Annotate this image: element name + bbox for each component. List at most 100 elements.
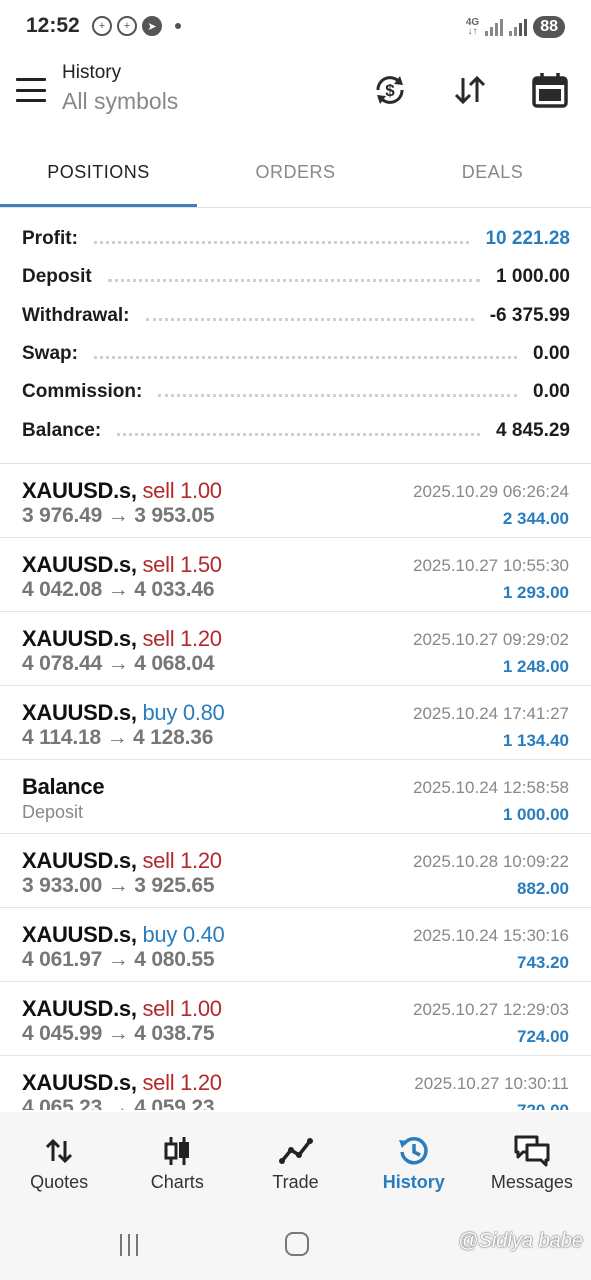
- summary-value: -6 375.99: [489, 304, 570, 326]
- balance-type: Deposit: [22, 802, 84, 822]
- summary-value: 4 845.29: [496, 419, 570, 441]
- dotted-leader: [145, 311, 474, 321]
- trade-symbol: XAUUSD.s,: [22, 478, 137, 503]
- tab-positions[interactable]: POSITIONS: [0, 140, 197, 208]
- home-button[interactable]: [285, 1232, 309, 1256]
- trade-icon: [278, 1134, 313, 1168]
- trade-profit: 720.00: [517, 1101, 569, 1110]
- trade-prices: 4 061.97 → 4 080.55: [22, 948, 215, 971]
- summary-value: 0.00: [533, 343, 570, 365]
- trade-prices: 4 042.08 → 4 033.46: [22, 578, 215, 601]
- nav-messages[interactable]: Messages: [473, 1112, 591, 1208]
- nav-label: Charts: [150, 1172, 204, 1192]
- tab-divider: [0, 207, 591, 208]
- trade-symbol: XAUUSD.s,: [22, 922, 137, 947]
- dotted-leader: [93, 234, 470, 245]
- trade-prices: 4 078.44 → 4 068.04: [22, 652, 215, 675]
- trade-date: 2025.10.29 06:26:24: [413, 482, 569, 501]
- trade-symbol: XAUUSD.s,: [22, 996, 137, 1021]
- list-item[interactable]: XAUUSD.s, sell 1.20 4 078.44 → 4 068.04 …: [0, 612, 591, 686]
- menu-button[interactable]: [16, 78, 46, 102]
- network-type: 4G ↓↑: [465, 17, 480, 37]
- trade-date: 2025.10.24 15:30:16: [413, 926, 569, 945]
- tab-orders[interactable]: ORDERS: [197, 140, 394, 208]
- status-time: 12:52: [26, 14, 80, 37]
- status-bar: 12:52 + + ➤ 4G ↓↑ 88: [0, 0, 591, 56]
- summary-label: Deposit: [22, 266, 92, 288]
- tab-bar: POSITIONS ORDERS DEALS: [0, 140, 591, 208]
- app-bar: History All symbols $: [0, 56, 591, 132]
- trade-date: 2025.10.28 10:09:22: [413, 852, 569, 871]
- dotted-leader: [93, 349, 518, 360]
- trade-direction: sell 1.20: [142, 848, 222, 873]
- charts-icon: [162, 1134, 192, 1168]
- summary-row-profit: Profit: 10 221.28: [22, 220, 570, 258]
- list-item[interactable]: Balance Deposit 2025.10.24 12:58:58 1 00…: [0, 760, 591, 834]
- bottom-navigation: Quotes Charts Trade History Messages: [0, 1112, 591, 1208]
- telegram-icon: ➤: [142, 16, 162, 36]
- trade-direction: sell 1.00: [142, 478, 222, 503]
- calendar-icon[interactable]: [530, 70, 570, 110]
- summary-panel: Profit: 10 221.28 Deposit 1 000.00 Withd…: [22, 220, 570, 450]
- trade-direction: sell 1.50: [142, 552, 222, 577]
- recents-button[interactable]: [120, 1234, 138, 1256]
- history-icon: [397, 1134, 431, 1168]
- list-item[interactable]: XAUUSD.s, sell 1.00 3 976.49 → 3 953.05 …: [0, 464, 591, 538]
- tab-deals[interactable]: DEALS: [394, 140, 591, 208]
- symbol-filter[interactable]: All symbols: [62, 88, 178, 115]
- watermark: @Sidiya babe: [458, 1230, 583, 1252]
- quotes-icon: [44, 1134, 74, 1168]
- summary-label: Withdrawal:: [22, 304, 130, 326]
- nav-label: History: [382, 1172, 445, 1192]
- trade-profit: 1 000.00: [502, 805, 569, 824]
- summary-row-commission: Commission: 0.00: [22, 373, 570, 411]
- trade-prices: 4 114.18 → 4 128.36: [22, 726, 214, 749]
- trade-prices: 4 045.99 → 4 038.75: [22, 1022, 215, 1045]
- trade-profit: 1 134.40: [502, 731, 569, 750]
- summary-row-swap: Swap: 0.00: [22, 335, 570, 373]
- nav-label: Messages: [490, 1172, 573, 1192]
- nav-label: Quotes: [30, 1172, 89, 1192]
- sort-icon[interactable]: [450, 70, 490, 110]
- currency-sync-icon[interactable]: $: [370, 70, 410, 110]
- dotted-leader: [117, 426, 481, 436]
- list-item[interactable]: XAUUSD.s, sell 1.20 4 065.23 → 4 059.23 …: [0, 1056, 591, 1110]
- title-block: History All symbols: [62, 62, 178, 115]
- messages-icon: [513, 1134, 551, 1168]
- trade-direction: sell 1.20: [142, 626, 222, 651]
- list-item[interactable]: XAUUSD.s, sell 1.00 4 045.99 → 4 038.75 …: [0, 982, 591, 1056]
- signal-icon: [485, 18, 504, 36]
- list-item[interactable]: XAUUSD.s, sell 1.50 4 042.08 → 4 033.46 …: [0, 538, 591, 612]
- trade-date: 2025.10.24 17:41:27: [413, 704, 569, 723]
- summary-label: Profit:: [22, 228, 78, 250]
- summary-label: Balance:: [22, 419, 102, 441]
- summary-row-withdrawal: Withdrawal: -6 375.99: [22, 297, 570, 335]
- notification-icons: + + ➤: [92, 16, 181, 36]
- summary-value: 10 221.28: [485, 228, 570, 250]
- list-item[interactable]: XAUUSD.s, buy 0.80 4 114.18 → 4 128.36 2…: [0, 686, 591, 760]
- nav-charts[interactable]: Charts: [118, 1112, 236, 1208]
- summary-row-deposit: Deposit 1 000.00: [22, 258, 570, 296]
- trade-symbol: XAUUSD.s,: [22, 552, 137, 577]
- more-notifications-dot: [175, 23, 181, 29]
- trade-direction: buy 0.80: [142, 700, 225, 725]
- trade-symbol: XAUUSD.s,: [22, 848, 137, 873]
- list-item[interactable]: XAUUSD.s, buy 0.40 4 061.97 → 4 080.55 2…: [0, 908, 591, 982]
- list-item[interactable]: XAUUSD.s, sell 1.20 3 933.00 → 3 925.65 …: [0, 834, 591, 908]
- svg-text:$: $: [385, 81, 395, 100]
- trade-direction: sell 1.20: [142, 1070, 222, 1095]
- signal-icon: [509, 18, 528, 36]
- nav-trade[interactable]: Trade: [236, 1112, 354, 1208]
- summary-label: Swap:: [22, 343, 78, 365]
- nav-history[interactable]: History: [355, 1112, 473, 1208]
- trade-profit: 1 248.00: [502, 657, 569, 676]
- balance-title: Balance: [22, 774, 105, 799]
- summary-value: 1 000.00: [496, 266, 570, 288]
- plus-circle-icon: +: [117, 16, 137, 36]
- system-navigation-bar: @Sidiya babe: [0, 1208, 591, 1280]
- positions-list[interactable]: XAUUSD.s, sell 1.00 3 976.49 → 3 953.05 …: [0, 463, 591, 1110]
- nav-quotes[interactable]: Quotes: [0, 1112, 118, 1208]
- trade-date: 2025.10.27 10:55:30: [413, 556, 569, 575]
- trade-symbol: XAUUSD.s,: [22, 626, 137, 651]
- trade-date: 2025.10.27 10:30:11: [414, 1074, 569, 1093]
